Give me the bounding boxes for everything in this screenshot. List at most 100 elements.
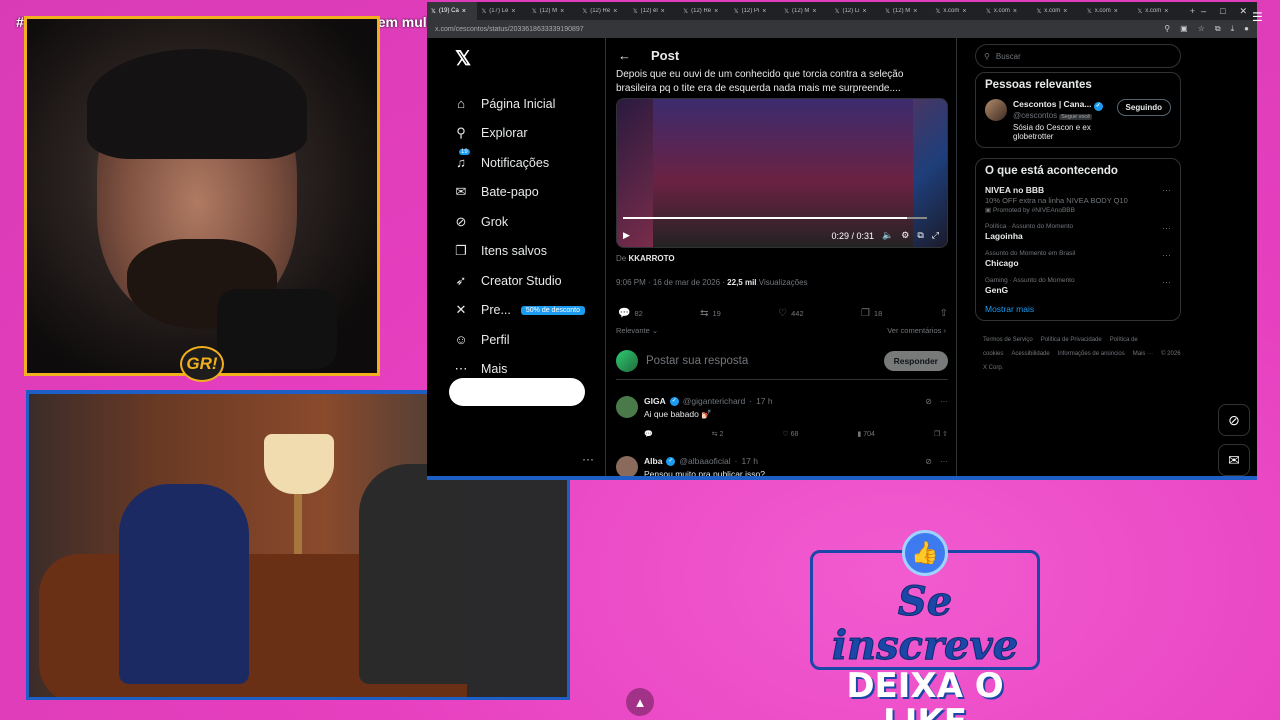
fullscreen-icon[interactable]: ⤢ [932, 230, 939, 241]
sidebar-item-x-premium[interactable]: ✕ Pre... 50% de desconto [453, 296, 603, 326]
browser-tab[interactable]: 𝕏x.com × [1083, 8, 1133, 15]
account-menu-icon[interactable]: ··· [582, 452, 594, 466]
search-input[interactable]: ⚲ Buscar [975, 44, 1181, 68]
tab-close-icon[interactable]: × [511, 8, 515, 15]
more-icon[interactable]: ··· [1162, 250, 1171, 260]
trend-item[interactable]: Gaming · Assunto do Momento GenG ··· [985, 277, 1171, 295]
tab-close-icon[interactable]: × [560, 8, 564, 15]
bookmark-action[interactable]: ❐ 18 [861, 308, 882, 319]
more-icon[interactable]: ··· [1162, 277, 1171, 287]
screenshot-icon[interactable]: ▣ [1180, 24, 1188, 34]
profile-icon[interactable]: ● [1244, 24, 1249, 34]
reply-author-handle[interactable]: @giganterichard [683, 396, 746, 406]
following-button[interactable]: Seguindo [1116, 99, 1171, 116]
reply-item[interactable]: GIGA ✓ @giganterichard · 17 h ⊘ ··· Ai qu… [616, 396, 948, 438]
tab-close-icon[interactable]: × [812, 8, 816, 15]
reply-button[interactable]: Responder [883, 350, 948, 371]
more-icon[interactable]: ··· [940, 397, 948, 406]
sidebar-item-home[interactable]: ⌂ Página Inicial [453, 89, 603, 119]
grok-icon[interactable]: ⊘ [925, 397, 932, 406]
browser-tab[interactable]: 𝕏 (12) él × [629, 8, 679, 15]
tab-close-icon[interactable]: × [714, 8, 718, 15]
grok-icon[interactable]: ⊘ [925, 457, 932, 466]
chevron-up-icon[interactable]: ▲ [626, 688, 654, 716]
url-text[interactable]: x.com/cescontos/status/20336186333391908… [435, 26, 584, 33]
reply-author-name[interactable]: Alba [644, 456, 662, 466]
browser-tab[interactable]: 𝕏 (12) Re × [578, 8, 628, 15]
browser-tab[interactable]: 𝕏 (17) Le × [477, 8, 527, 15]
share-icon[interactable]: ⇧ [942, 431, 948, 438]
person-handle[interactable]: @cescontos [1013, 111, 1057, 120]
avatar[interactable] [616, 456, 638, 476]
new-tab-button[interactable]: + [1184, 6, 1201, 16]
sidebar-item-search[interactable]: ⚲ Explorar [453, 119, 603, 149]
relevant-person[interactable]: Cescontos | Cana... ✓ @cescontos Segue vo… [985, 99, 1171, 141]
sidebar-item-bell[interactable]: ♫ 19 Notificações [453, 148, 603, 178]
footer-link[interactable]: Política de Privacidade [1041, 337, 1102, 343]
tab-close-icon[interactable]: × [462, 8, 466, 15]
video-source-name[interactable]: KKARROTO [628, 254, 674, 263]
avatar[interactable] [616, 396, 638, 418]
reply-author-handle[interactable]: @albaaoficial [679, 456, 730, 466]
maximize-icon[interactable]: □ [1220, 6, 1225, 17]
sidebar-item-rocket[interactable]: ➶ Creator Studio [453, 266, 603, 296]
sidebar-item-mail[interactable]: ✉ Bate-papo [453, 178, 603, 208]
tab-close-icon[interactable]: × [661, 8, 665, 15]
browser-tab[interactable]: 𝕏x.com × [1133, 8, 1183, 15]
reply-action[interactable]: 💬 82 [618, 308, 643, 319]
browser-tab[interactable]: 𝕏 (12) Pi × [730, 8, 780, 15]
tab-close-icon[interactable]: × [962, 8, 966, 15]
reply-author-name[interactable]: GIGA [644, 396, 666, 406]
pip-icon[interactable]: ⧉ [917, 230, 923, 241]
browser-tab[interactable]: 𝕏x.com × [1032, 8, 1082, 15]
tab-close-icon[interactable]: × [762, 8, 766, 15]
tab-close-icon[interactable]: × [862, 8, 866, 15]
back-arrow-icon[interactable]: ← [618, 48, 631, 63]
footer-link[interactable]: Termos de Serviço [983, 337, 1033, 343]
more-icon[interactable]: ··· [1162, 185, 1171, 195]
reply-time[interactable]: 17 h [741, 456, 758, 466]
see-comments-link[interactable]: Ver comentários › [887, 326, 946, 335]
trend-item[interactable]: NIVEA no BBB 10% OFF extra na linha NIVE… [985, 185, 1171, 214]
x-logo-icon[interactable]: 𝕏 [455, 46, 603, 71]
video-progress-bar[interactable] [623, 217, 927, 219]
footer-link[interactable]: Informações de anúncios [1058, 351, 1125, 357]
play-icon[interactable]: ▶ [623, 230, 630, 241]
person-name[interactable]: Cescontos | Cana... [1013, 99, 1091, 109]
browser-tab[interactable]: 𝕏x.com × [932, 8, 982, 15]
grok-icon[interactable]: ⊘ [1218, 404, 1250, 436]
close-icon[interactable]: ✕ [1240, 6, 1248, 17]
repost-action[interactable]: ⇆ 2 [712, 430, 724, 438]
repost-action[interactable]: ⇆ 19 [700, 308, 721, 319]
more-icon[interactable]: ··· [1162, 223, 1171, 233]
sidebar-item-bookmark[interactable]: ❐ Itens salvos [453, 237, 603, 267]
tab-close-icon[interactable]: × [1063, 8, 1067, 15]
share-action[interactable]: ⇧ [940, 308, 948, 319]
browser-tab[interactable]: 𝕏 (19) Ca × [427, 2, 478, 20]
volume-icon[interactable]: 🔈 [882, 230, 893, 241]
tweet-timestamp[interactable]: 9:06 PM · 16 de mar de 2026 · [616, 278, 727, 287]
reply-time[interactable]: 17 h [756, 396, 773, 406]
browser-tab[interactable]: 𝕏 (12) Li × [831, 8, 881, 15]
address-bar[interactable]: x.com/cescontos/status/20336186333391908… [427, 20, 1257, 38]
settings-icon[interactable]: ⚙ [901, 230, 909, 241]
sidebar-item-profile[interactable]: ☺ Perfil [453, 325, 603, 355]
browser-tab[interactable]: 𝕏 (12) Re × [679, 8, 729, 15]
sidebar-item-grok[interactable]: ⊘ Grok [453, 207, 603, 237]
reply-item[interactable]: Alba ✓ @albaaoficial · 17 h ⊘ ··· Pensou … [616, 456, 948, 476]
tab-close-icon[interactable]: × [913, 8, 917, 15]
trend-item[interactable]: Assunto do Momento em Brasil Chicago ··· [985, 250, 1171, 268]
browser-tab[interactable]: 𝕏 (12) M × [780, 8, 830, 15]
like-action[interactable]: ♡ 68 [782, 430, 798, 438]
reply-input[interactable]: Postar sua resposta [646, 355, 748, 367]
views-action[interactable]: ▮ 704 [857, 430, 874, 438]
show-more-link[interactable]: Mostrar mais [985, 304, 1171, 314]
browser-tab[interactable]: 𝕏 (12) M × [881, 8, 931, 15]
post-button[interactable] [449, 378, 585, 406]
reply-icon[interactable]: 💬 [644, 430, 653, 438]
download-icon[interactable]: ⤓ [1231, 24, 1235, 34]
browser-tab[interactable]: 𝕏 (12) M × [528, 8, 578, 15]
tab-close-icon[interactable]: × [1013, 8, 1017, 15]
browser-tab[interactable]: 𝕏x.com × [982, 8, 1032, 15]
like-action[interactable]: ♡ 442 [778, 308, 803, 319]
